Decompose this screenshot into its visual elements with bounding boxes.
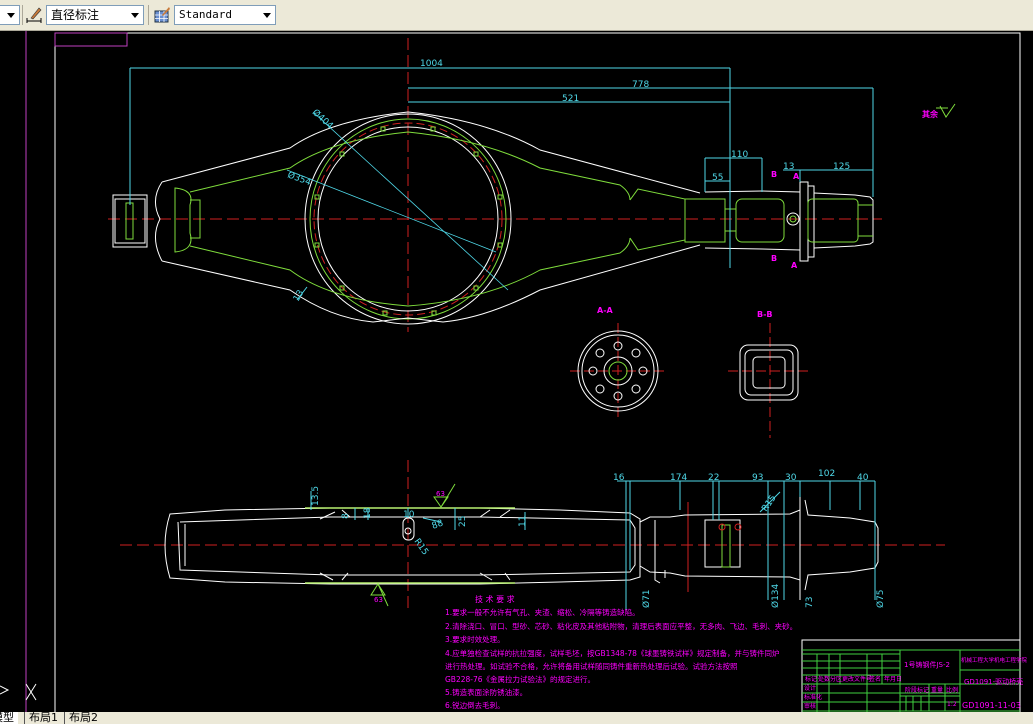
title-cell: 分区 [830,675,842,683]
tech-req-line: 5.铸造表面涂防锈油漆。 [445,687,527,697]
technical-requirements: 技 术 要 求 1.要求一般不允许有气孔、夹渣、缩松、冷隔等铸造缺陷。 2.清除… [445,594,797,710]
title-cell: 标准化 [804,693,822,701]
ucs-arrow-icon [0,685,10,695]
tab-layout1[interactable]: 布局1 [24,712,62,724]
scale-value: 1:2 [947,701,957,708]
dim-phi354: Ø354 [286,169,313,188]
dim-phi134: Ø134 [770,583,781,608]
tech-req-line: 进行热处理。如试验不合格，允许将备用试样随同铸件重新热处理后试验。试验方法按照 [445,661,738,671]
dim-1004: 1004 [420,59,443,69]
dim-521: 521 [562,94,579,104]
tech-req-line: 4.应单独检查试样的抗拉强度，试样毛坯，按GB1348-78《球墨铸铁试样》规定… [445,648,779,658]
section-mark-b: B [771,254,777,263]
drawing-number: GD1091-11-03 [962,701,1021,710]
title-cell: 更改文件号 [842,675,872,683]
tech-req-line: 6.锐边倒去毛刺。 [445,700,505,710]
title-block: 标记 处数 分区 更改文件号 签名 年月日 设计 标准化 审核 工艺 批准 阶段… [801,639,1028,712]
bottom-view [120,460,945,610]
tab-layout2[interactable]: 布局2 [64,712,102,724]
top-view [108,38,882,332]
section-bb [728,323,812,438]
dimension-style-icon[interactable] [25,6,43,24]
dim-778: 778 [632,80,649,90]
dim-102: 102 [818,469,835,479]
title-cell: 审核 [804,702,816,710]
dim-40: 40 [857,473,869,483]
section-mark-a: A [791,261,798,270]
chevron-down-icon [131,13,139,18]
title-cell: 阶段标记 [905,686,929,694]
tech-req-line: 2.清除浇口、冒口、型砂、芯砂、粘化皮及其他粘附物，清理后表面应平整，无多肉、飞… [445,621,797,631]
toolbar-separator [22,5,23,25]
dim-r15: R15 [412,537,430,557]
dim-phi75: Ø75 [875,589,886,608]
dim-25: 25 [458,516,468,527]
chevron-down-icon [263,13,271,18]
previous-combo[interactable] [0,5,20,25]
roughness-value: 63 [374,596,383,604]
ucs-x-icon [25,683,37,701]
table-style-value: Standard [179,8,232,21]
dim-13-5: 13.5 [311,486,321,506]
roughness-value: 63 [436,490,445,498]
drawing-name: GD1091-驱动桥壳 [964,677,1023,686]
dim-73: 73 [805,597,815,608]
title-cell: 年月日 [884,675,902,683]
dimension-style-value: 直径标注 [51,8,100,22]
dim-18: 18 [363,507,373,519]
frame-corner-box [54,32,128,47]
chevron-down-icon [7,13,15,18]
section-mark-a: A [793,172,800,181]
toolbar: 直径标注 Standard [0,0,1033,31]
table-style-icon[interactable] [153,6,171,24]
dim-10: 10 [403,510,415,520]
roughness-symbol-icon [936,103,956,118]
material-value: 1号铸钢件JS-2 [904,660,950,669]
title-cell: 重量 [931,686,943,694]
title-cell: 标记 [805,675,817,683]
tech-req-line: 1.要求一般不允许有气孔、夹渣、缩松、冷隔等铸造缺陷。 [445,607,640,617]
dim-174: 174 [670,473,687,483]
tab-model[interactable]: 模型 [0,712,18,724]
drawing-canvas[interactable]: 1004 778 521 110 55 13 125 Ø404 Ø354 13 … [0,31,1033,712]
section-aa [570,323,668,420]
tech-req-line: 3.要求时效处理。 [445,634,505,644]
section-mark-b: B [771,170,777,179]
tech-req-line: GB228-76《金属拉力试验法》的规定进行。 [445,674,595,684]
title-cell: 签名 [869,675,881,683]
title-cell: 处数 [818,675,830,683]
dim-16: 16 [613,473,625,483]
section-aa-label: A-A [597,306,614,315]
table-style-select[interactable]: Standard [174,5,276,25]
section-bb-label: B-B [757,310,773,319]
dim-55: 55 [712,173,723,183]
school-name: 机械工程大学机电工程学院 [961,656,1028,664]
title-cell: 设计 [804,684,816,692]
top-dimensions [129,67,874,301]
tech-req-title: 技 术 要 求 [475,594,515,604]
dimension-style-select[interactable]: 直径标注 [46,5,144,25]
toolbar-separator [148,5,149,25]
dim-22: 22 [708,473,719,483]
dim-110: 110 [731,150,748,160]
dim-30: 30 [785,473,797,483]
dim-13: 13 [783,162,794,172]
title-cell: 比例 [946,686,958,694]
roughness-note: 其余 [922,109,939,119]
dim-125: 125 [833,162,850,172]
dim-11: 11 [518,516,528,527]
layout-tabs: 模型 布局1 布局2 [0,712,1033,724]
dim-8: 8 [341,513,351,519]
dim-phi71: Ø71 [641,589,652,608]
dim-93: 93 [752,473,763,483]
